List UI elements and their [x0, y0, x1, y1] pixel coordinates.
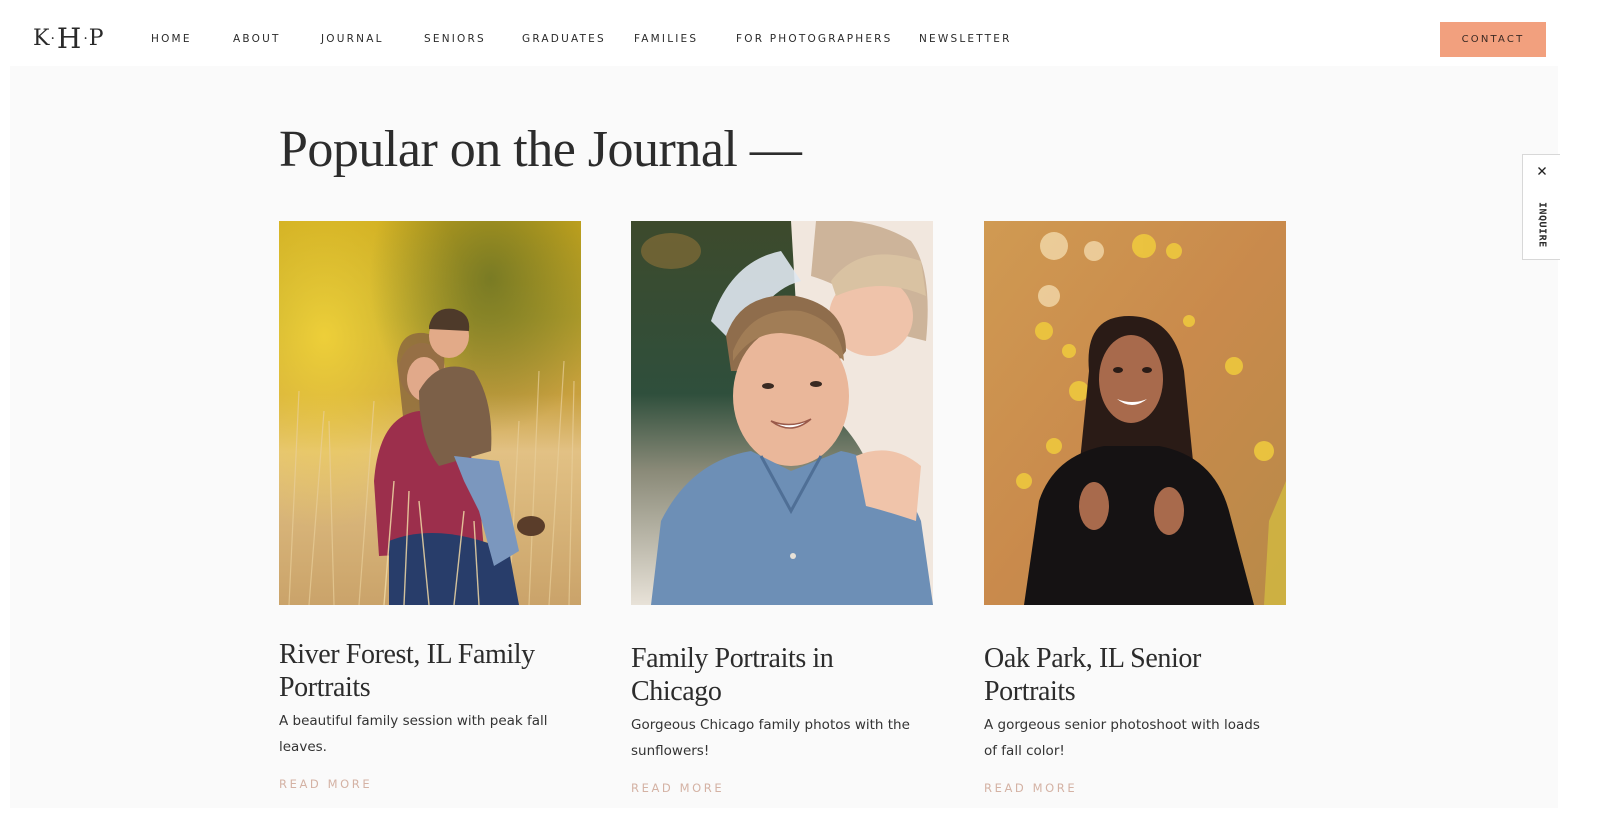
site-logo[interactable]: K · H · P: [33, 24, 104, 54]
contact-button[interactable]: CONTACT: [1440, 22, 1546, 57]
nav-journal[interactable]: JOURNAL: [321, 33, 384, 45]
post-description: Gorgeous Chicago family photos with the …: [631, 717, 910, 759]
post-image[interactable]: [984, 221, 1286, 605]
nav-home[interactable]: HOME: [151, 33, 192, 45]
read-more-link[interactable]: READ MORE: [279, 777, 372, 791]
post-image[interactable]: [279, 221, 581, 605]
photo-family-grass: [279, 221, 581, 605]
post-title[interactable]: River Forest, IL Family Portraits: [279, 638, 569, 704]
inquire-label[interactable]: INQUIRE: [1528, 202, 1556, 248]
logo-separator: ·: [50, 31, 55, 47]
post-title[interactable]: Family Portraits in Chicago: [631, 642, 921, 708]
nav-newsletter[interactable]: NEWSLETTER: [919, 33, 1012, 45]
logo-letter-h: H: [56, 22, 82, 55]
read-more-link[interactable]: READ MORE: [631, 781, 724, 795]
inquire-tab[interactable]: INQUIRE: [1522, 154, 1560, 260]
photo-senior-girl: [984, 221, 1286, 605]
post-description: A gorgeous senior photoshoot with loads …: [984, 717, 1260, 759]
post-description: A beautiful family session with peak fal…: [279, 713, 548, 755]
close-icon[interactable]: [1535, 164, 1549, 178]
nav-families[interactable]: FAMILIES: [634, 33, 698, 45]
site-header: K · H · P HOME ABOUT JOURNAL SENIORS GRA…: [0, 0, 1600, 66]
logo-letter-p: P: [88, 26, 104, 51]
logo-separator: ·: [83, 31, 88, 47]
section-title: Popular on the Journal —: [279, 121, 802, 178]
logo-letter-k: K: [33, 26, 50, 51]
nav-about[interactable]: ABOUT: [233, 33, 281, 45]
post-image[interactable]: [631, 221, 933, 605]
nav-graduates[interactable]: GRADUATES: [522, 33, 606, 45]
nav-for-photographers[interactable]: FOR PHOTOGRAPHERS: [736, 33, 893, 45]
nav-seniors[interactable]: SENIORS: [424, 33, 486, 45]
read-more-link[interactable]: READ MORE: [984, 781, 1077, 795]
post-title[interactable]: Oak Park, IL Senior Portraits: [984, 642, 1274, 708]
photo-boy-mother: [631, 221, 933, 605]
